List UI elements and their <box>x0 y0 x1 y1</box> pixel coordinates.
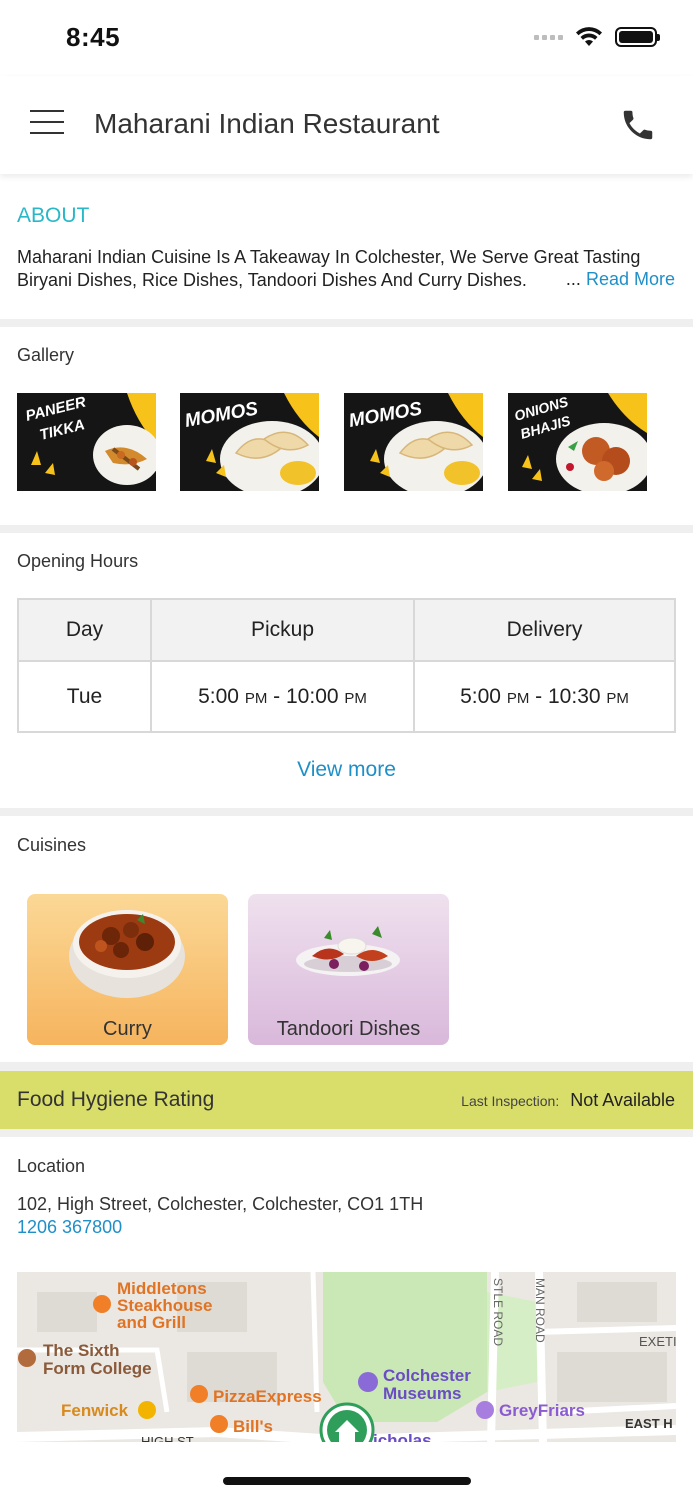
opening-hours-table: Day Pickup Delivery Tue 5:00 PM - 10:00 … <box>17 598 676 733</box>
gallery-heading: Gallery <box>17 345 75 365</box>
location-heading: Location <box>17 1156 86 1176</box>
cuisine-label: Tandoori Dishes <box>276 1018 421 1040</box>
map-label: Bill's <box>233 1417 273 1436</box>
pickup-hours: 5:00 PM - 10:00 PM <box>150 660 415 733</box>
hamburger-menu-icon[interactable] <box>30 110 64 138</box>
section-divider <box>0 1129 693 1137</box>
map-label: Museums <box>383 1384 461 1403</box>
map-label: HIGH ST <box>141 1434 194 1442</box>
opening-hours-heading: Opening Hours <box>17 551 139 571</box>
last-inspection-value: Not Available <box>570 1090 675 1110</box>
map-label: GreyFriars <box>499 1401 585 1420</box>
cellular-signal-icon <box>534 34 563 40</box>
battery-icon <box>615 27 660 47</box>
hours-day: Tue <box>17 660 152 733</box>
section-divider <box>0 808 693 816</box>
section-divider <box>0 525 693 533</box>
map-label: EAST H <box>625 1416 673 1431</box>
home-marker-icon <box>319 1402 375 1442</box>
phone-icon[interactable] <box>619 106 657 144</box>
map-label: and Grill <box>117 1313 186 1332</box>
gallery-image-paneer-tikka[interactable]: PANEER TIKKA <box>17 393 156 491</box>
status-time: 8:45 <box>66 22 121 52</box>
location-map[interactable]: Middletons Steakhouse and Grill The Sixt… <box>17 1272 676 1442</box>
view-more-button[interactable]: View more <box>0 758 693 782</box>
cuisine-label: Curry <box>103 1018 152 1040</box>
status-bar: 8:45 <box>0 0 693 76</box>
map-label: The Sixth <box>43 1341 120 1360</box>
wifi-icon <box>576 27 602 46</box>
column-header-pickup: Pickup <box>150 598 415 662</box>
section-divider <box>0 1062 693 1071</box>
page-title: Maharani Indian Restaurant <box>94 108 440 139</box>
delivery-hours: 5:00 PM - 10:30 PM <box>413 660 676 733</box>
read-more-ellipsis: ... <box>565 269 581 289</box>
phone-number-link[interactable]: 1206 367800 <box>17 1217 122 1238</box>
last-inspection-label: Last Inspection: <box>461 1093 560 1109</box>
map-label: PizzaExpress <box>213 1387 322 1406</box>
curry-image <box>69 910 185 998</box>
status-icons <box>534 26 660 48</box>
gallery-image-momos[interactable]: MOMOS <box>344 393 483 491</box>
home-indicator[interactable] <box>223 1477 471 1485</box>
map-label: icholas <box>373 1431 432 1442</box>
section-divider <box>0 319 693 327</box>
cuisine-card-curry[interactable]: Curry <box>27 894 228 1045</box>
map-label: Colchester <box>383 1366 471 1385</box>
map-label: Fenwick <box>61 1401 129 1420</box>
read-more-button[interactable]: Read More <box>586 269 675 289</box>
last-inspection: Last Inspection: Not Available <box>461 1090 675 1111</box>
food-hygiene-bar: Food Hygiene Rating Last Inspection: Not… <box>0 1071 693 1129</box>
column-header-delivery: Delivery <box>413 598 676 662</box>
gallery-image-momos[interactable]: MOMOS <box>180 393 319 491</box>
tandoori-image <box>296 926 400 976</box>
read-more-link: ... Read More <box>566 269 675 290</box>
column-header-day: Day <box>17 598 152 662</box>
gallery-image-onion-bhajis[interactable]: ONIONS BHAJIS <box>508 393 647 491</box>
food-hygiene-title: Food Hygiene Rating <box>17 1088 215 1111</box>
map-label: STLE ROAD <box>491 1278 505 1346</box>
map-label: EXETI <box>639 1334 676 1349</box>
about-heading: ABOUT <box>17 204 90 227</box>
cuisines-heading: Cuisines <box>17 835 87 855</box>
map-label: MAN ROAD <box>533 1278 547 1343</box>
app-header: Maharani Indian Restaurant <box>0 76 693 174</box>
map-label: Form College <box>43 1359 152 1378</box>
table-row: Tue 5:00 PM - 10:00 PM 5:00 PM - 10:30 P… <box>17 660 676 733</box>
address-text: 102, High Street, Colchester, Colchester… <box>17 1194 424 1214</box>
cuisine-card-tandoori-dishes[interactable]: Tandoori Dishes <box>248 894 449 1045</box>
